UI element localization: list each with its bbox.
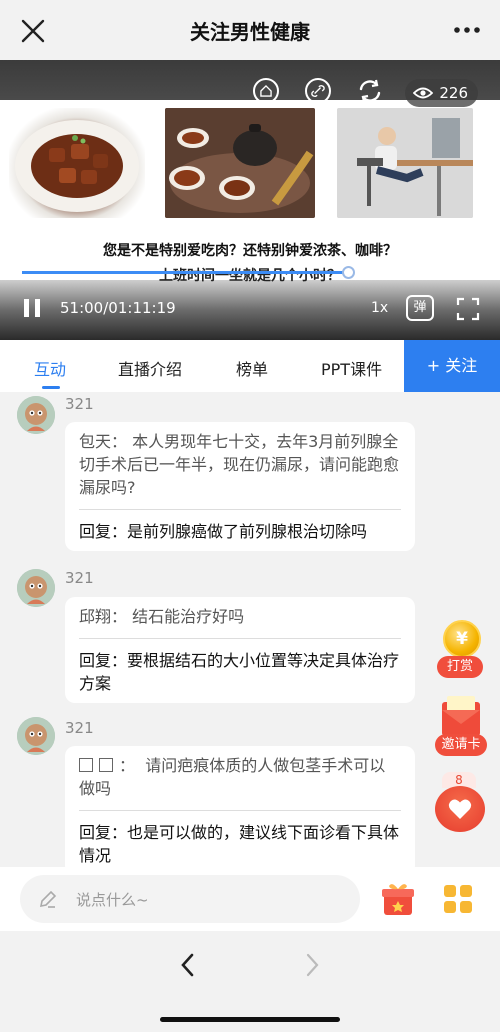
comment-bubble: 包天： 本人男现年七十交，去年3月前列腺全切手术后已一年半，现在仍漏尿，请问能跑… [65,422,415,551]
fullscreen-icon[interactable] [456,297,480,321]
danmu-toggle-button[interactable]: 弹 [406,295,434,321]
gift-icon[interactable] [380,881,416,917]
progress-fill [22,271,348,274]
question-text: 邱翔： 结石能治疗好吗 [79,605,401,639]
unsupported-glyph-box [79,758,93,772]
answer-text: 回复：要根据结石的大小位置等决定具体治疗方案 [79,651,400,693]
apps-grid-icon[interactable] [443,884,473,914]
back-arrow-icon[interactable] [174,951,202,979]
playback-speed-button[interactable]: 1x [371,300,388,316]
eye-icon [413,87,434,99]
forward-arrow-icon[interactable] [298,951,326,979]
video-player[interactable]: 您是不是特别爱吃肉？还特别钟爱浓茶、咖啡？ 上班时间一坐就是几个小时？ 226 … [0,60,500,340]
comment-bubble: ： 请问疤痕体质的人做包茎手术可以做吗 回复：也是可以做的，建议线下面诊看下具体… [65,746,415,867]
tea-set-image [165,108,315,218]
page-title: 关注男性健康 [190,20,310,44]
invite-card-button[interactable]: 邀请卡 [435,734,487,756]
envelope-icon[interactable] [442,696,480,736]
progress-thumb[interactable] [341,266,355,279]
question-text: ： 请问疤痕体质的人做包茎手术可以做吗 [79,754,401,811]
view-count-badge: 226 [405,79,478,107]
username: 321 [65,569,94,587]
browser-nav-bar [0,931,500,1032]
comment-input-placeholder: 说点什么~ [76,891,149,909]
playback-time: 51:00/01:11:19 [60,299,176,317]
tab-interaction[interactable]: 互动 [34,356,66,380]
follow-button[interactable]: + 关注 [404,340,500,392]
current-time: 51:00 [60,299,104,317]
view-count: 226 [439,84,468,102]
tab-leaderboard[interactable]: 榜单 [236,356,268,380]
tab-live-intro[interactable]: 直播介绍 [118,356,182,380]
avatar[interactable] [17,396,55,434]
office-worker-image [337,108,473,218]
avatar[interactable] [17,717,55,755]
answer-text: 回复：是前列腺癌做了前列腺根治切除吗 [79,522,368,541]
comment-input[interactable]: 说点什么~ [20,875,360,923]
pause-button[interactable] [24,299,40,317]
tab-ppt[interactable]: PPT课件 [321,356,382,380]
reward-button[interactable]: 打赏 [437,656,483,678]
answer-text: 回复：也是可以做的，建议线下面诊看下具体情况 [79,823,400,865]
username: 321 [65,395,94,413]
heart-icon [448,799,472,819]
question-text: 包天： 本人男现年七十交，去年3月前列腺全切手术后已一年半，现在仍漏尿，请问能跑… [79,430,401,510]
like-button[interactable] [435,786,485,832]
video-progress-bar[interactable] [22,266,478,279]
comment-feed[interactable]: 321 包天： 本人男现年七十交，去年3月前列腺全切手术后已一年半，现在仍漏尿，… [0,392,500,867]
avatar[interactable] [17,569,55,607]
pencil-icon [39,890,57,908]
player-controls: 51:00/01:11:19 1x 弹 [0,295,500,325]
slide-caption-line2: 上班时间一坐就是几个小时？ [159,268,341,284]
home-indicator[interactable] [160,1017,340,1022]
username: 321 [65,719,94,737]
total-time: 01:11:19 [108,299,176,317]
question-name: ： [119,756,136,775]
app-header: 关注男性健康 [0,0,500,60]
home-icon[interactable] [253,78,279,104]
comment-bubble: 邱翔： 结石能治疗好吗 回复：要根据结石的大小位置等决定具体治疗方案 [65,597,415,703]
unsupported-glyph-box [99,758,113,772]
slide-caption-line1: 您是不是特别爱吃肉？还特别钟爱浓茶、咖啡？ [103,243,397,259]
more-icon[interactable] [452,20,482,40]
comment-input-bar: 说点什么~ [0,867,500,931]
braised-pork-image [9,108,145,218]
tab-bar: 互动 直播介绍 榜单 PPT课件 + 关注 [0,340,500,392]
refresh-icon[interactable] [356,77,384,105]
link-icon[interactable] [305,78,331,104]
active-tab-indicator [42,386,60,389]
reward-coin-icon[interactable]: ¥ [443,620,481,658]
